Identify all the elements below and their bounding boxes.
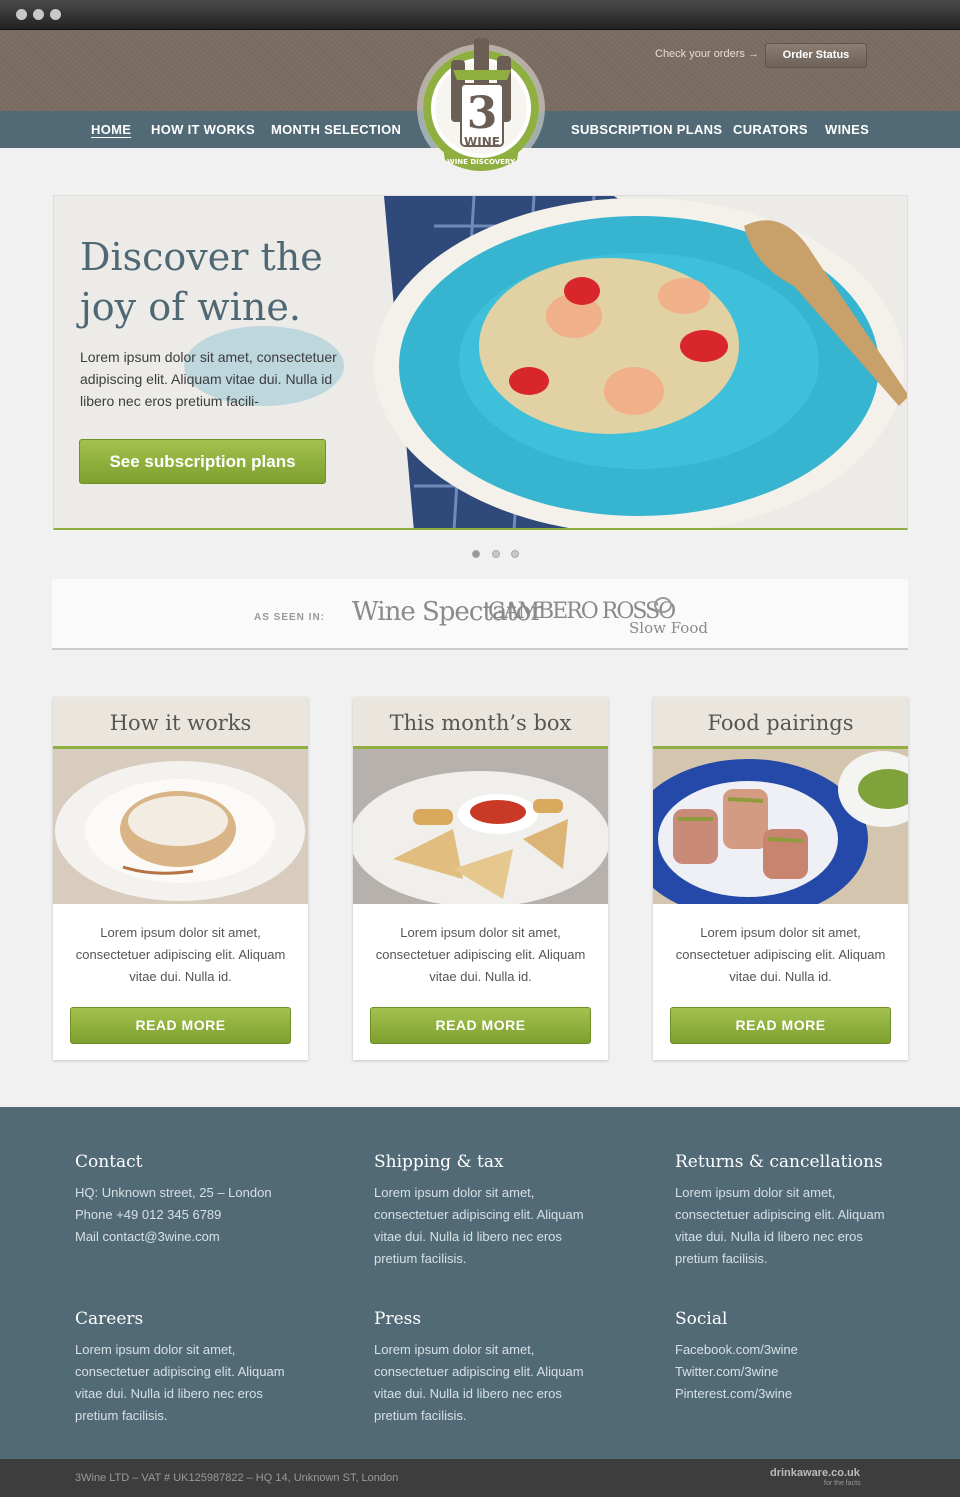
site-footer: Contact HQ: Unknown street, 25 – London … — [0, 1107, 960, 1459]
legal-bar: 3Wine LTD – VAT # UK125987822 – HQ 14, U… — [0, 1459, 960, 1497]
window-minimize-dot[interactable] — [33, 9, 44, 20]
footer-returns: Returns & cancellations Lorem ipsum dolo… — [675, 1152, 885, 1270]
press-strip: AS SEEN IN: Wine Spectator GAMBERO ROSSO… — [52, 579, 908, 650]
card-how-it-works: How it works Lorem ipsum dolor sit amet,… — [53, 697, 308, 1060]
slider-dot-2[interactable] — [492, 550, 500, 558]
hero-title: Discover the joy of wine. — [80, 235, 323, 329]
facebook-link[interactable]: Facebook.com/3wine — [675, 1339, 905, 1361]
card-image-crab-cake — [53, 749, 308, 904]
legal-text: 3Wine LTD – VAT # UK125987822 – HQ 14, U… — [75, 1472, 399, 1484]
footer-heading: Social — [675, 1309, 728, 1329]
drinkaware-logo[interactable]: drinkaware.co.uk — [770, 1467, 860, 1479]
footer-text: Lorem ipsum dolor sit amet, consectetuer… — [675, 1185, 885, 1266]
card-title: How it works — [53, 697, 308, 749]
as-seen-in-label: AS SEEN IN: — [254, 612, 326, 623]
card-description: Lorem ipsum dolor sit amet, consectetuer… — [75, 925, 286, 984]
slow-food-logo: Slow Food — [629, 619, 708, 637]
nav-wines[interactable]: WINES — [825, 122, 869, 137]
window-titlebar — [0, 0, 960, 30]
nav-home[interactable]: HOME — [91, 122, 131, 137]
footer-heading[interactable]: Careers — [75, 1309, 285, 1329]
pinterest-link[interactable]: Pinterest.com/3wine — [675, 1383, 905, 1405]
slider-dot-3[interactable] — [511, 550, 519, 558]
footer-heading[interactable]: Press — [374, 1309, 584, 1329]
contact-address: HQ: Unknown street, 25 – London — [75, 1185, 272, 1200]
nav-subscription-plans[interactable]: SUBSCRIPTION PLANS — [571, 122, 722, 137]
window-close-dot[interactable] — [16, 9, 27, 20]
footer-heading[interactable]: Returns & cancellations — [675, 1152, 885, 1172]
logo-tagline: WINE DISCOVERY — [447, 158, 516, 166]
nav-curators[interactable]: CURATORS — [733, 122, 808, 137]
drinkaware-tagline: for the facts — [824, 1480, 861, 1487]
footer-press: Press Lorem ipsum dolor sit amet, consec… — [374, 1309, 584, 1427]
contact-mail[interactable]: Mail contact@3wine.com — [75, 1226, 305, 1248]
check-orders-link[interactable]: Check your orders → — [655, 48, 759, 60]
order-status-button[interactable]: Order Status — [765, 43, 867, 68]
card-this-months-box: This month’s box Lorem ipsum dolor sit a… — [353, 697, 608, 1060]
read-more-button[interactable]: READ MORE — [70, 1007, 291, 1044]
footer-heading[interactable]: Shipping & tax — [374, 1152, 584, 1172]
snail-icon — [654, 597, 672, 613]
logo-number: 3 — [467, 88, 498, 139]
logo-word: WINE — [464, 135, 500, 149]
card-image-tuna — [653, 749, 908, 904]
window-zoom-dot[interactable] — [50, 9, 61, 20]
read-more-button[interactable]: READ MORE — [370, 1007, 591, 1044]
twitter-link[interactable]: Twitter.com/3wine — [675, 1361, 905, 1383]
footer-social: Social Facebook.com/3wine Twitter.com/3w… — [675, 1309, 905, 1405]
nav-how-it-works[interactable]: HOW IT WORKS — [151, 122, 255, 137]
slider-dot-1[interactable] — [472, 550, 480, 558]
contact-phone[interactable]: Phone +49 012 345 6789 — [75, 1204, 305, 1226]
nav-month-selection[interactable]: MONTH SELECTION — [271, 122, 401, 137]
footer-shipping: Shipping & tax Lorem ipsum dolor sit ame… — [374, 1152, 584, 1270]
card-description: Lorem ipsum dolor sit amet, consectetuer… — [375, 925, 586, 984]
footer-text: Lorem ipsum dolor sit amet, consectetuer… — [374, 1342, 584, 1423]
footer-text: Lorem ipsum dolor sit amet, consectetuer… — [75, 1342, 285, 1423]
hero-description: Lorem ipsum dolor sit amet, consectetuer… — [80, 349, 337, 409]
footer-heading: Contact — [75, 1152, 143, 1172]
card-title: This month’s box — [353, 697, 608, 749]
footer-contact: Contact HQ: Unknown street, 25 – London … — [75, 1152, 305, 1248]
card-image-samosas — [353, 749, 608, 904]
footer-careers: Careers Lorem ipsum dolor sit amet, cons… — [75, 1309, 285, 1427]
hero-slider: Discover the joy of wine. Lorem ipsum do… — [53, 195, 908, 530]
see-subscription-plans-button[interactable]: See subscription plans — [79, 439, 326, 484]
brand-logo[interactable]: 3 WINE WINE DISCOVERY — [413, 36, 549, 174]
card-title: Food pairings — [653, 697, 908, 749]
footer-text: Lorem ipsum dolor sit amet, consectetuer… — [374, 1185, 584, 1266]
card-description: Lorem ipsum dolor sit amet, consectetuer… — [675, 925, 886, 984]
read-more-button[interactable]: READ MORE — [670, 1007, 891, 1044]
card-food-pairings: Food pairings Lorem ipsum dolor sit amet… — [653, 697, 908, 1060]
